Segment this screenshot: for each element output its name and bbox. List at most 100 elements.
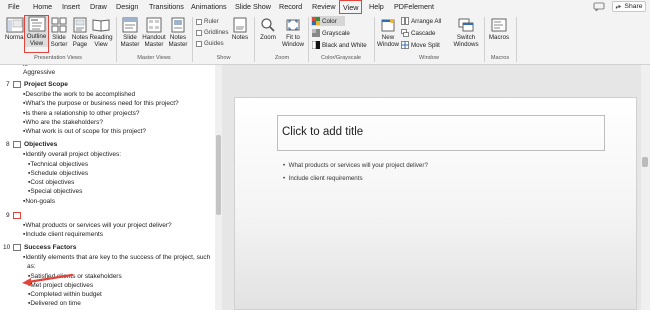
outline-bullet-continuation[interactable]: as: [27, 263, 36, 270]
tab-insert[interactable]: Insert [62, 2, 80, 11]
ruler-checkbox[interactable]: Ruler [196, 18, 219, 25]
grayscale-icon [312, 29, 320, 37]
gridlines-checkbox[interactable]: Gridlines [196, 29, 228, 36]
slide-icon-10[interactable] [13, 244, 21, 251]
slide-icon-8[interactable] [13, 141, 21, 148]
new-window-button[interactable]: New Window [377, 17, 399, 48]
outline-bullet[interactable]: ▪What's the purpose or business need for… [23, 100, 179, 107]
reading-view-button[interactable]: Reading View [89, 17, 113, 48]
outline-partial-text: Aggressive [23, 69, 56, 76]
tab-view[interactable]: View [339, 0, 363, 14]
tab-design[interactable]: Design [116, 2, 138, 11]
notes-master-icon [171, 17, 185, 33]
grayscale-button[interactable]: Grayscale [312, 29, 350, 37]
ribbon-tabs: File Home Insert Draw Design Transitions… [0, 0, 650, 14]
tab-slide-show[interactable]: Slide Show [235, 2, 271, 11]
outline-slide-title-7[interactable]: Project Scope [24, 81, 68, 88]
slide-icon-7[interactable] [13, 81, 21, 88]
normal-view-label: Normal [5, 34, 25, 41]
handout-master-button[interactable]: Handout Master [141, 17, 167, 48]
arrange-all-button[interactable]: Arrange All [401, 17, 441, 25]
reading-view-label-2: View [94, 41, 108, 48]
outline-scrollbar[interactable] [215, 65, 222, 310]
separator [374, 17, 375, 62]
outline-bullet[interactable]: ▪Who are the stakeholders? [23, 119, 103, 126]
notes-master-button[interactable]: Notes Master [167, 17, 189, 48]
macros-button[interactable]: Macros [487, 17, 511, 41]
grayscale-label: Grayscale [322, 29, 350, 37]
black-and-white-button[interactable]: Black and White [312, 41, 367, 49]
outline-sub-bullet[interactable]: ▪Schedule objectives [28, 170, 88, 177]
reading-view-icon [92, 19, 110, 32]
slide-editor: Click to add title • What products or se… [222, 65, 650, 310]
switch-windows-button[interactable]: Switch Windows [453, 17, 479, 48]
slide-master-label-2: Master [120, 41, 140, 48]
slide-icon-9[interactable] [13, 212, 21, 219]
outline-pane[interactable]: is Aggressive 7 Project Scope ▪Describe … [0, 65, 222, 310]
outline-bullet[interactable]: ▪Identify overall project objectives: [23, 151, 121, 158]
tab-help[interactable]: Help [369, 2, 384, 11]
slide-scrollbar[interactable] [641, 65, 650, 310]
notes-page-button[interactable]: Notes Page [70, 17, 90, 48]
separator [192, 17, 193, 62]
fit-to-window-button[interactable]: Fit to Window [280, 17, 306, 48]
arrange-all-icon [401, 17, 409, 25]
outline-sub-bullet[interactable]: ▪Delivered on time [28, 300, 81, 307]
slide-sorter-label-1: Slide [52, 34, 66, 41]
tab-review[interactable]: Review [312, 2, 336, 11]
slide-master-icon [122, 17, 138, 33]
outline-bullet[interactable]: ▪What products or services will your pro… [23, 222, 172, 229]
reading-view-label-1: Reading [89, 34, 113, 41]
macros-icon [491, 18, 507, 32]
cascade-button[interactable]: Cascade [401, 29, 435, 37]
outline-slide-title-8[interactable]: Objectives [24, 141, 57, 148]
tab-animations[interactable]: Animations [191, 2, 227, 11]
separator [484, 17, 485, 62]
slide-bullet[interactable]: • Include client requirements [283, 175, 363, 182]
outline-bullet[interactable]: ▪What work is out of scope for this proj… [23, 128, 146, 135]
guides-checkbox[interactable]: Guides [196, 40, 224, 47]
tab-record[interactable]: Record [279, 2, 302, 11]
color-button[interactable]: Color [311, 16, 345, 26]
normal-view-icon [6, 17, 24, 33]
slide-number-7: 7 [6, 81, 10, 88]
comments-icon[interactable] [593, 2, 605, 11]
separator [516, 17, 517, 62]
notes-page-label-1: Notes [71, 34, 89, 41]
notes-label: Notes [231, 34, 249, 41]
share-button[interactable]: Share [612, 1, 646, 12]
tab-file[interactable]: File [8, 2, 20, 11]
outline-bullet[interactable]: ▪Include client requirements [23, 231, 103, 238]
outline-bullet[interactable]: ▪Non-goals [23, 198, 55, 205]
handout-master-label-2: Master [144, 41, 164, 48]
normal-view-button[interactable]: Normal [4, 17, 26, 41]
handout-master-label-1: Handout [142, 34, 166, 41]
outline-sub-bullet[interactable]: ▪Cost objectives [28, 179, 74, 186]
title-placeholder[interactable]: Click to add title [277, 115, 605, 151]
color-icon [312, 17, 320, 25]
handout-master-icon [146, 17, 162, 33]
slide-master-button[interactable]: Slide Master [119, 17, 141, 48]
notes-master-label-2: Master [168, 41, 188, 48]
outline-bullet[interactable]: ▪Is there a relationship to other projec… [23, 110, 140, 117]
tab-pdfelement[interactable]: PDFelement [394, 2, 434, 11]
zoom-button[interactable]: Zoom [258, 17, 278, 41]
outline-sub-bullet[interactable]: ▪Special objectives [28, 188, 82, 195]
slide-bullet[interactable]: • What products or services will your pr… [283, 162, 428, 169]
tab-transitions[interactable]: Transitions [149, 2, 184, 11]
current-slide[interactable]: Click to add title • What products or se… [234, 97, 637, 310]
outline-scroll-thumb[interactable] [216, 135, 221, 215]
tab-draw[interactable]: Draw [90, 2, 107, 11]
slide-scroll-thumb[interactable] [642, 157, 648, 167]
slide-sorter-button[interactable]: Slide Sorter [48, 17, 70, 48]
move-split-button[interactable]: Move Split [401, 41, 440, 49]
outline-slide-title-10[interactable]: Success Factors [24, 244, 76, 251]
outline-bullet[interactable]: ▪Identify elements that are key to the s… [23, 254, 210, 261]
outline-sub-bullet[interactable]: ▪Technical objectives [28, 161, 88, 168]
tab-home[interactable]: Home [33, 2, 52, 11]
outline-view-highlight [24, 15, 49, 53]
cascade-icon [401, 29, 409, 37]
outline-bullet[interactable]: ▪Describe the work to be accomplished [23, 91, 135, 98]
notes-button[interactable]: Notes [230, 17, 250, 41]
outline-sub-bullet[interactable]: ▪Completed within budget [28, 291, 102, 298]
